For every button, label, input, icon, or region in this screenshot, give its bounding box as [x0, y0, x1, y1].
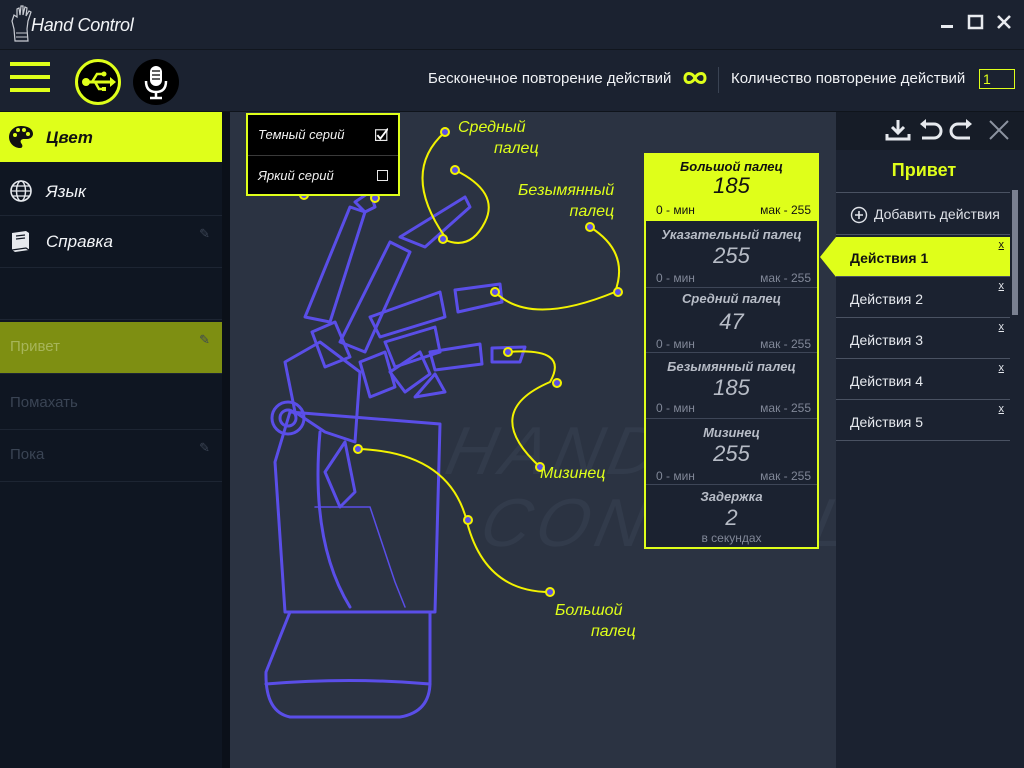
action-item[interactable]: Действия 3 x [836, 319, 1010, 359]
minimize-icon[interactable] [938, 12, 958, 32]
pinky-segment [413, 372, 447, 399]
edit-icon: ✎ [199, 440, 210, 455]
action-item[interactable]: Действия 4 x [836, 360, 1010, 400]
hand-base [264, 679, 432, 686]
sidebar-bg-row: Привет ✎ [0, 322, 222, 374]
value-cell-index[interactable]: Указательный палец 255 0 - мин мак - 255 [646, 221, 817, 287]
repeat-count-label: Количество повторение действий [731, 70, 966, 87]
toolbar: Бесконечное повторение действий Количест… [0, 50, 1024, 112]
middle-finger-segment [358, 350, 397, 399]
finger-label-ring: Безымянный палец [518, 182, 615, 220]
plus-circle-icon [850, 206, 868, 224]
usb-icon [82, 71, 116, 91]
ring-finger-segment [368, 290, 447, 339]
remove-action-icon[interactable]: x [999, 403, 1005, 415]
value-cell-ring[interactable]: Безымянный палец 185 0 - мин мак - 255 [646, 353, 817, 419]
value-cell-delay[interactable]: Задержка 2 в секундах [646, 485, 817, 547]
joint-marker [490, 287, 500, 297]
joint-marker [450, 165, 460, 175]
joint-marker [438, 234, 448, 244]
joint-marker [440, 127, 450, 137]
toolbar-divider [718, 67, 719, 93]
actions-panel-title: Привет [891, 160, 957, 180]
joint-marker [353, 444, 363, 454]
sidebar-bg-row: Помахать [0, 378, 222, 430]
sidebar-item-color[interactable]: Цвет [0, 112, 234, 162]
microphone-icon [144, 66, 168, 100]
app-title: Hand Control [31, 15, 134, 35]
close-icon[interactable] [994, 12, 1014, 32]
value-cell-pinky[interactable]: Мизинец 255 0 - мин мак - 255 [646, 419, 817, 485]
checkbox-unchecked-icon[interactable] [377, 170, 388, 181]
globe-icon [10, 180, 32, 202]
sidebar-bg-row: Пока ✎ [0, 430, 222, 482]
actions-divider [836, 192, 1010, 193]
actions-divider [836, 234, 1010, 235]
usb-connect-button[interactable] [75, 59, 121, 105]
sidebar-item-label: Язык [46, 182, 87, 201]
finger-label-thumb: Большой палец [555, 602, 636, 640]
remove-action-icon[interactable]: x [999, 362, 1005, 374]
joint-marker [585, 222, 595, 232]
book-icon [11, 231, 30, 252]
sidebar-bg-row [0, 268, 222, 320]
joint-marker [503, 347, 513, 357]
sidebar-item-language[interactable]: Язык [0, 166, 222, 216]
edit-icon: ✎ [199, 332, 210, 347]
hamburger-menu-button[interactable] [10, 62, 50, 92]
undo-icon[interactable] [916, 118, 944, 142]
joint-marker [545, 587, 555, 597]
joint-marker [463, 515, 473, 525]
finger-values-panel: Большой палец 185 0 - мин мак - 255 Указ… [644, 153, 819, 549]
microphone-button[interactable] [133, 59, 179, 105]
sidebar-item-label: Справка [46, 232, 113, 251]
ring-finger-leader [494, 226, 621, 311]
infinite-repeat-label: Бесконечное повторение действий [428, 70, 672, 87]
joint-marker [552, 378, 562, 388]
action-item[interactable]: Действия 1 x [820, 237, 1010, 277]
actions-scrollbar[interactable] [1012, 190, 1018, 315]
sidebar-scrollbar[interactable] [222, 112, 230, 768]
finger-label-pinky: Мизинец [540, 465, 606, 482]
palette-icon [9, 126, 33, 148]
download-icon[interactable] [884, 118, 912, 142]
actions-panel: Привет Добавить действия Действия 1 x Де… [820, 150, 1024, 768]
sidebar-item-label: Цвет [46, 128, 93, 147]
joint-marker [613, 287, 623, 297]
add-action-button[interactable]: Добавить действия [850, 204, 1010, 226]
action-item[interactable]: Действия 2 x [836, 278, 1010, 318]
maximize-icon[interactable] [966, 12, 986, 32]
sidebar: ✎ Привет ✎ Помахать Пока ✎ Цвет Язык Справ… [0, 112, 234, 768]
value-cell-thumb[interactable]: Большой палец 185 0 - мин мак - 255 [646, 155, 817, 221]
theme-popup: Темный серий Яркий серий [246, 113, 400, 196]
title-bar: Hand Control [0, 0, 1024, 50]
action-item[interactable]: Действия 5 x [836, 401, 1010, 441]
checkbox-checked-icon[interactable] [375, 128, 388, 141]
remove-action-icon[interactable]: x [999, 280, 1005, 292]
pinky-leader [507, 350, 556, 468]
theme-option-dark[interactable]: Темный серий [248, 115, 398, 155]
remove-action-icon[interactable]: x [999, 321, 1005, 333]
infinity-toggle-icon[interactable] [682, 68, 708, 88]
hand-base [264, 610, 432, 719]
redo-icon[interactable] [948, 118, 976, 142]
repeat-count-input[interactable] [979, 69, 1015, 89]
theme-option-bright[interactable]: Яркий серий [248, 155, 398, 195]
finger-label-middle: Средный палец [458, 119, 539, 157]
thumb-leader [357, 448, 551, 593]
thumb-segment [323, 440, 357, 509]
clear-icon[interactable] [986, 118, 1014, 142]
value-cell-middle[interactable]: Средний палец 47 0 - мин мак - 255 [646, 287, 817, 353]
hand-palm [273, 410, 442, 614]
remove-action-icon[interactable]: x [999, 239, 1005, 251]
active-pointer [820, 237, 836, 277]
sidebar-item-help[interactable]: Справка [0, 216, 222, 266]
index-finger-segment [303, 205, 367, 324]
